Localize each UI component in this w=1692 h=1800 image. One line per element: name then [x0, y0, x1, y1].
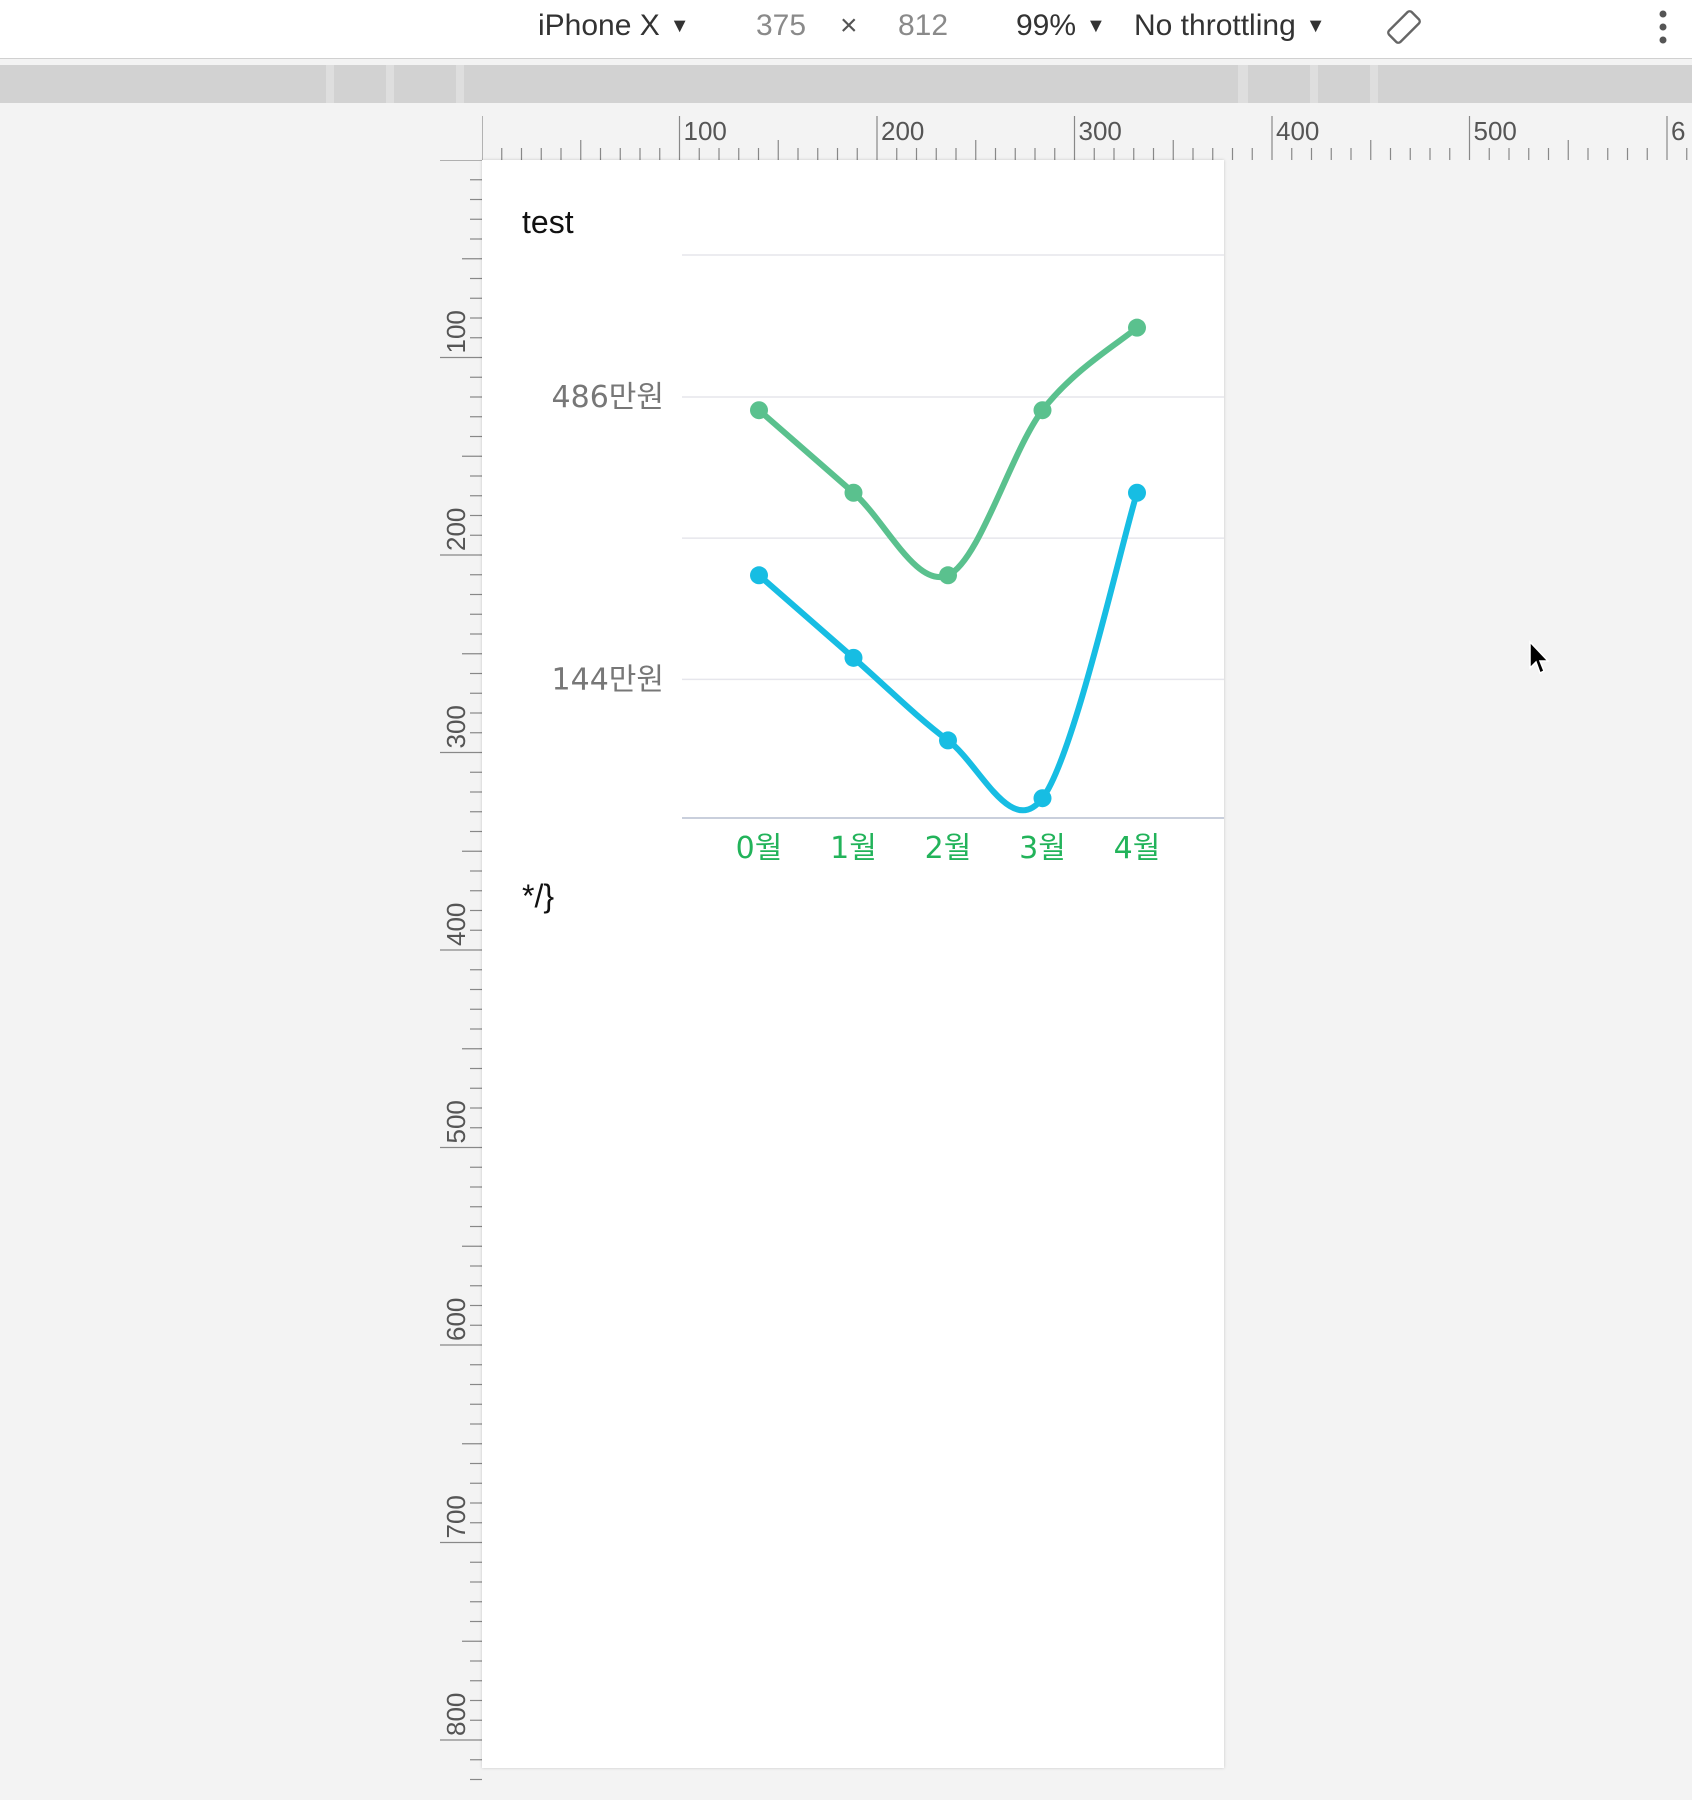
throttling-value: No throttling: [1134, 9, 1296, 42]
line-chart: 486만원 144만원 0월 1월 2월 3월 4월: [552, 254, 1224, 866]
ruler-label: 500: [441, 1100, 471, 1143]
series-2-point: [844, 648, 863, 667]
device-name: iPhone X: [538, 9, 660, 42]
ruler-label: 400: [1276, 116, 1319, 146]
media-query-segment[interactable]: [334, 65, 386, 103]
ruler-label: 100: [684, 116, 727, 146]
throttling-select[interactable]: No throttling ▼: [1134, 8, 1326, 44]
height-input[interactable]: 812: [898, 8, 948, 44]
media-query-segment[interactable]: [394, 65, 456, 103]
x-tick-label: 3월: [1019, 831, 1066, 866]
device-select[interactable]: iPhone X ▼: [538, 8, 690, 44]
x-tick-label: 2월: [925, 831, 972, 866]
ruler-label: 200: [441, 508, 471, 551]
series-line-2: [756, 489, 1140, 814]
media-query-segment[interactable]: [1378, 65, 1692, 103]
caret-down-icon: ▼: [1305, 15, 1326, 37]
ruler-label: 200: [881, 116, 924, 146]
ruler-label: 600: [441, 1298, 471, 1341]
footer-text: */}: [522, 878, 555, 914]
ruler-label: 6: [1671, 116, 1685, 146]
times-icon: ×: [840, 9, 858, 42]
media-query-segment[interactable]: [1248, 65, 1310, 103]
more-options-icon[interactable]: [1658, 8, 1668, 46]
caret-down-icon: ▼: [1086, 15, 1106, 37]
y-tick-label: 486만원: [552, 380, 664, 415]
x-tick-label: 1월: [830, 831, 877, 866]
devtools-device-toolbar: iPhone X ▼ 375 × 812 99% ▼ No throttling ▼: [0, 0, 1692, 59]
zoom-value: 99%: [1016, 9, 1077, 42]
ruler-label: 100: [441, 310, 471, 353]
ruler-label: 500: [1474, 116, 1517, 146]
ruler-label: 800: [441, 1693, 471, 1736]
media-query-segment[interactable]: [464, 65, 1238, 103]
series-1-point: [1033, 401, 1052, 420]
series-2-point: [939, 731, 957, 750]
ruler-corner: [440, 116, 482, 160]
series-1-point: [844, 483, 863, 502]
mouse-cursor-icon: [1529, 640, 1550, 675]
series-2-point: [750, 566, 768, 585]
series-1-point: [939, 566, 957, 585]
series-1-point: [750, 401, 768, 420]
caret-down-icon: ▼: [669, 15, 690, 37]
width-input[interactable]: 375: [756, 8, 806, 44]
ruler-horizontal: 100 200 300 400 500 6: [482, 116, 1688, 160]
x-tick-label: 4월: [1114, 831, 1161, 866]
media-query-bar: [0, 65, 1692, 103]
series-1-point: [1128, 318, 1146, 337]
ruler-label: 300: [1079, 116, 1122, 146]
series-2-point: [1033, 789, 1052, 808]
media-query-segment[interactable]: [0, 65, 326, 103]
series-line-1: [756, 324, 1140, 581]
ruler-label: 300: [441, 705, 471, 748]
ruler-label: 700: [441, 1495, 471, 1538]
y-tick-label: 144만원: [552, 662, 664, 697]
series-2-point: [1128, 483, 1146, 502]
ruler-label: 400: [441, 903, 471, 946]
rotate-icon[interactable]: [1384, 7, 1424, 47]
zoom-select[interactable]: 99% ▼: [1016, 8, 1106, 44]
ruler-vertical: 100 200 300 400 500 600 700 800: [440, 160, 482, 1781]
device-viewport: test 486만원 144만원 0월 1월 2월 3월 4월 */}: [482, 160, 1224, 1768]
media-query-segment[interactable]: [1318, 65, 1370, 103]
x-tick-label: 0월: [736, 831, 783, 866]
